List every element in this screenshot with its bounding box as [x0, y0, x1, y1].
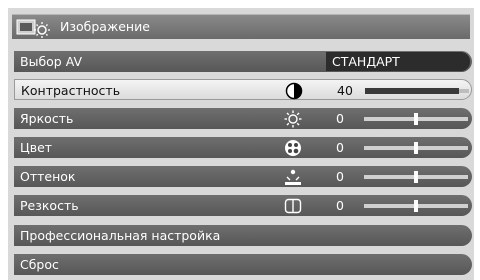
- brightness-value: 0: [336, 111, 344, 126]
- menu-item-color[interactable]: Цвет 0: [14, 137, 472, 158]
- menu-item-label: Яркость: [20, 111, 74, 126]
- menu-item-label: Контрастность: [21, 83, 121, 98]
- contrast-icon: [285, 82, 303, 100]
- menu-item-label: Сброс: [20, 257, 59, 272]
- slider-marker[interactable]: [414, 113, 418, 125]
- slider-marker[interactable]: [414, 142, 418, 154]
- av-mode-value-box[interactable]: СТАНДАРТ: [326, 52, 470, 71]
- menu-item-label: Цвет: [20, 140, 53, 155]
- slider-marker[interactable]: [414, 171, 418, 183]
- color-palette-icon: [285, 140, 301, 156]
- tint-value: 0: [336, 169, 344, 184]
- menu-item-label: Оттенок: [20, 169, 76, 184]
- slider-marker[interactable]: [414, 200, 418, 212]
- menu-item-label: Выбор AV: [20, 54, 83, 69]
- picture-settings-icon: [16, 19, 50, 38]
- tint-icon: [285, 169, 301, 185]
- brightness-slider[interactable]: [364, 113, 468, 125]
- menu-item-label: Профессиональная настройка: [20, 228, 221, 243]
- menu-item-av-select[interactable]: Выбор AV СТАНДАРТ: [14, 51, 472, 72]
- color-value: 0: [336, 140, 344, 155]
- sharpness-icon: [284, 198, 302, 214]
- contrast-slider[interactable]: [365, 85, 469, 96]
- color-slider[interactable]: [364, 142, 468, 154]
- menu-item-sharpness[interactable]: Резкость 0: [14, 195, 472, 216]
- brightness-sun-icon: [284, 110, 302, 128]
- menu-title: Изображение: [60, 19, 150, 34]
- sharpness-value: 0: [336, 198, 344, 213]
- menu-item-contrast[interactable]: Контрастность 40: [14, 79, 472, 100]
- slider-fill: [365, 88, 459, 94]
- menu-item-tint[interactable]: Оттенок 0: [14, 166, 472, 187]
- menu-item-label: Резкость: [20, 198, 79, 213]
- menu-item-reset[interactable]: Сброс: [14, 254, 472, 275]
- menu-item-brightness[interactable]: Яркость 0: [14, 108, 472, 129]
- menu-item-pro-settings[interactable]: Профессиональная настройка: [14, 225, 472, 246]
- tint-slider[interactable]: [364, 171, 468, 183]
- av-mode-value: СТАНДАРТ: [332, 54, 400, 69]
- contrast-value: 40: [337, 83, 353, 98]
- sharpness-slider[interactable]: [364, 200, 468, 212]
- menu-header: Изображение: [12, 14, 470, 39]
